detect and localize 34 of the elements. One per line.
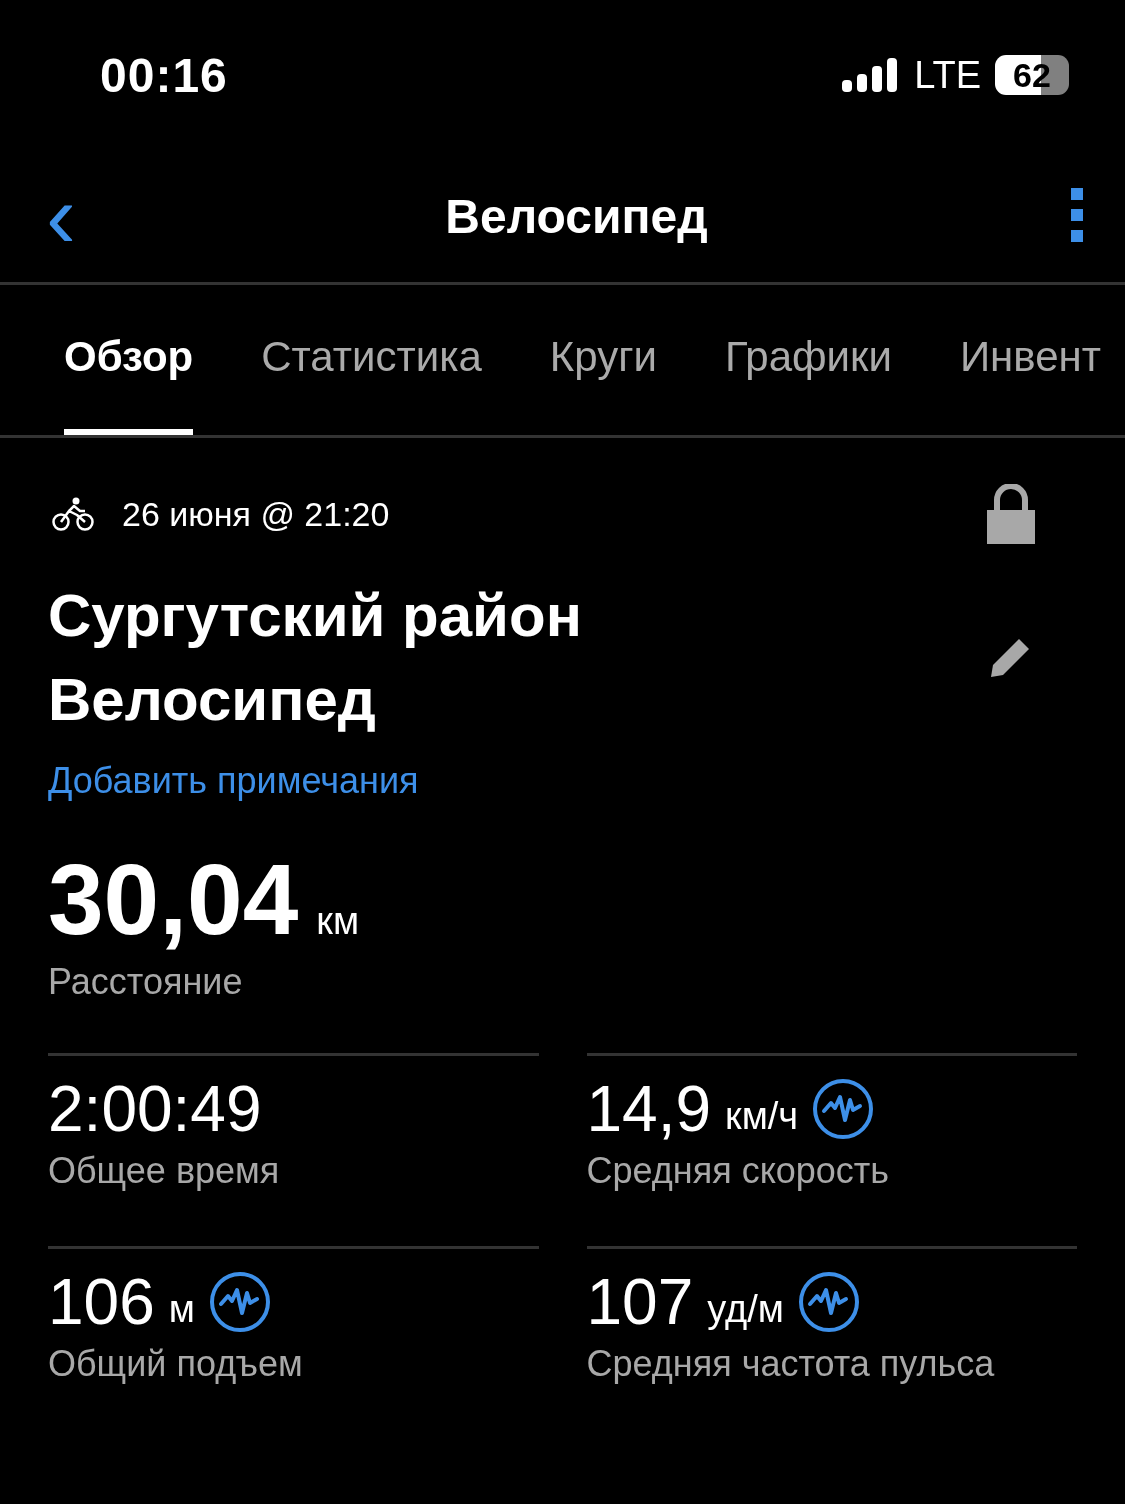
distance-unit: км [316, 900, 359, 943]
tab[interactable]: Инвент [959, 285, 1101, 435]
stat-unit: км/ч [725, 1094, 799, 1138]
distance-label: Расстояние [48, 961, 244, 1003]
stat-value: 14,9 [586, 1072, 712, 1146]
add-notes-link[interactable]: Добавить примечания [48, 760, 1035, 802]
stat-value: 2:00:49 [48, 1072, 262, 1146]
distance-value: 30,04 [48, 842, 299, 957]
bicycle-icon [52, 497, 94, 531]
activity-title: Сургутский район Велосипед [48, 581, 582, 735]
stat-label: Общий подъем [48, 1343, 304, 1385]
stat-value: 106 [48, 1265, 155, 1339]
activity-date: 26 июня @ 21:20 [122, 494, 390, 534]
pencil-icon[interactable] [989, 637, 1031, 679]
stat-unit: м [168, 1287, 195, 1331]
pulse-chart-icon[interactable] [797, 1271, 860, 1333]
pulse-chart-icon[interactable] [812, 1078, 875, 1140]
stat-value: 107 [586, 1265, 694, 1339]
stat-label: Средняя скорость [586, 1150, 891, 1192]
back-button[interactable]: ‹ [40, 181, 82, 251]
stat-label: Общее время [48, 1150, 281, 1192]
stat-unit: уд/м [707, 1287, 784, 1331]
clock-time: 00:16 [100, 47, 228, 103]
tab[interactable]: Статистика [261, 285, 482, 435]
pulse-chart-icon[interactable] [208, 1271, 271, 1333]
stat-label: Средняя частота пульса [586, 1343, 996, 1385]
screen-title: Велосипед [445, 188, 708, 244]
lock-icon[interactable] [987, 484, 1035, 544]
tab[interactable]: Обзор [64, 285, 194, 435]
more-menu-icon[interactable] [1071, 188, 1085, 244]
tab[interactable]: Графики [724, 285, 892, 435]
tab[interactable]: Круги [549, 285, 657, 435]
network-type: LTE [914, 53, 981, 97]
battery-icon: 62 [995, 55, 1069, 95]
